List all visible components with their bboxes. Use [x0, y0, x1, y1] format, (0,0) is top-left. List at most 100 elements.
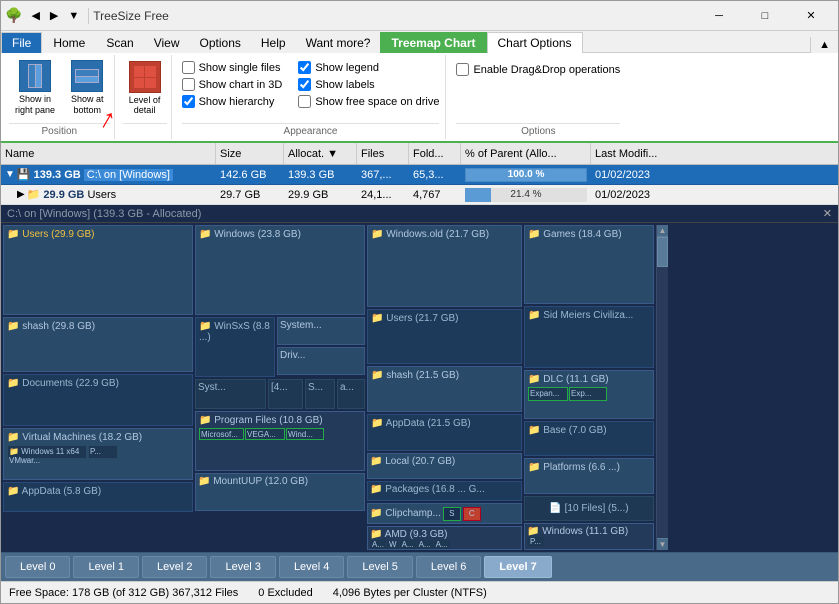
show-free-drive-check[interactable]: Show free space on drive — [298, 95, 439, 108]
treemap-cell-a[interactable]: a... — [337, 379, 365, 409]
table-row-drive[interactable]: ▼ 💾 139.3 GB C:\ on [Windows] 142.6 GB 1… — [1, 165, 838, 185]
tab-home[interactable]: Home — [42, 32, 96, 53]
treemap-cell-windows-sub[interactable]: 📁 Windows (11.1 GB) P... — [524, 523, 654, 550]
treemap-cell-platforms[interactable]: 📁 Platforms (6.6 ...) — [524, 458, 654, 494]
treemap-cell-s[interactable]: S... — [305, 379, 335, 409]
treemap-cell-shash[interactable]: 📁 shash (29.8 GB) — [3, 317, 193, 372]
cell-vms-sub: 📁 Windows 11 x64 VMwar... P... — [7, 445, 189, 459]
vm-sub2: P... — [88, 445, 118, 459]
show-right-pane-btn[interactable]: Show inright pane — [9, 56, 61, 120]
treemap-cell-users2[interactable]: 📁 Users (21.7 GB) — [367, 309, 522, 364]
show-chart-3d-input[interactable] — [182, 78, 195, 91]
show-at-bottom-label: Show atbottom — [71, 94, 104, 116]
treemap-cell-dlc[interactable]: 📁 DLC (11.1 GB) Expan... Exp... — [524, 370, 654, 419]
up-btn[interactable]: ▼ — [63, 8, 84, 24]
tab-help[interactable]: Help — [251, 33, 296, 53]
show-single-files-input[interactable] — [182, 61, 195, 74]
treemap-cell-winsxs[interactable]: 📁 WinSxS (8.8 ...) — [195, 317, 275, 377]
treemap-winsxs-row: 📁 WinSxS (8.8 ...) System... Driv... — [195, 317, 365, 377]
cell-games-label: 📁 Games (18.4 GB) — [528, 229, 650, 240]
th-folders[interactable]: Fold... — [409, 143, 461, 164]
show-legend-input[interactable] — [298, 61, 311, 74]
th-size[interactable]: Size — [216, 143, 284, 164]
treemap-cell-system-sub[interactable]: System... — [277, 317, 365, 345]
detail-group-spacer — [123, 123, 167, 139]
show-hierarchy-check[interactable]: Show hierarchy — [182, 95, 283, 108]
level-2-btn[interactable]: Level 2 — [142, 556, 207, 578]
scroll-down-btn[interactable]: ▼ — [657, 538, 668, 550]
treemap-path-title: C:\ on [Windows] (139.3 GB - Allocated) — [7, 208, 201, 220]
level-4-btn[interactable]: Level 4 — [279, 556, 344, 578]
pf-sub3: Wind... — [286, 428, 324, 440]
treemap-cell-appdata-small[interactable]: 📁 AppData (5.8 GB) — [3, 482, 193, 512]
users-expand-icon[interactable]: ▶ — [17, 189, 25, 200]
minimize-btn[interactable]: ─ — [696, 1, 742, 31]
level-of-detail-btn[interactable]: Level ofdetail — [123, 55, 167, 121]
drive-icon: 💾 — [17, 168, 31, 181]
treemap-cell-sid[interactable]: 📁 Sid Meiers Civiliza... — [524, 306, 654, 368]
treemap-scrollbar[interactable]: ▲ ▼ — [656, 225, 668, 550]
tab-options[interactable]: Options — [190, 33, 251, 53]
show-labels-input[interactable] — [298, 78, 311, 91]
show-labels-check[interactable]: Show labels — [298, 78, 439, 91]
tab-file[interactable]: File — [1, 32, 42, 53]
cell-local-label: 📁 Local (20.7 GB) — [370, 456, 519, 467]
show-single-files-check[interactable]: Show single files — [182, 61, 283, 74]
treemap-cell-base[interactable]: 📁 Base (7.0 GB) — [524, 421, 654, 457]
th-modified[interactable]: Last Modifi... — [591, 143, 681, 164]
tab-scan[interactable]: Scan — [96, 33, 143, 53]
maximize-btn[interactable]: □ — [742, 1, 788, 31]
enable-dragdrop-input[interactable] — [456, 63, 469, 76]
treemap-cell-packages[interactable]: 📁 Packages (16.8 ... G... — [367, 481, 522, 501]
level-1-btn[interactable]: Level 1 — [73, 556, 138, 578]
tab-chart-options[interactable]: Chart Options — [487, 32, 583, 53]
forward-btn[interactable]: ▶ — [45, 7, 63, 24]
treemap-cell-10files[interactable]: 📄 [10 Files] (5...) — [524, 496, 654, 521]
treemap-cell-appdata[interactable]: 📁 AppData (21.5 GB) — [367, 414, 522, 451]
treemap-cell-games[interactable]: 📁 Games (18.4 GB) — [524, 225, 654, 304]
drive-path-label: C:\ on [Windows] — [84, 169, 173, 181]
treemap-cell-amd[interactable]: 📁 AMD (9.3 GB) A... W A... A... A... — [367, 526, 522, 550]
treemap-cell-clipchamp[interactable]: 📁 Clipchamp... S C — [367, 503, 522, 523]
level-0-btn[interactable]: Level 0 — [5, 556, 70, 578]
treemap-main[interactable]: 📁 Users (29.9 GB) 📁 shash (29.8 GB) 📁 Do… — [1, 223, 838, 552]
th-pct[interactable]: % of Parent (Allo... — [461, 143, 591, 164]
tab-treemap-chart[interactable]: Treemap Chart — [380, 32, 486, 53]
show-legend-check[interactable]: Show legend — [298, 61, 439, 74]
enable-dragdrop-check[interactable]: Enable Drag&Drop operations — [456, 63, 620, 76]
treemap-cell-windows[interactable]: 📁 Windows (23.8 GB) — [195, 225, 365, 315]
th-files[interactable]: Files — [357, 143, 409, 164]
th-name[interactable]: Name — [1, 143, 216, 164]
level-5-btn[interactable]: Level 5 — [347, 556, 412, 578]
back-btn[interactable]: ◀ — [26, 7, 44, 24]
treemap-cell-shash2[interactable]: 📁 shash (21.5 GB) — [367, 366, 522, 412]
show-hierarchy-input[interactable] — [182, 95, 195, 108]
scroll-up-btn[interactable]: ▲ — [657, 225, 668, 237]
treemap-cell-syst[interactable]: Syst... — [195, 379, 266, 409]
level-7-btn[interactable]: Level 7 — [484, 556, 551, 578]
tab-want-more[interactable]: Want more? — [296, 33, 381, 53]
th-alloc[interactable]: Allocat. ▼ — [284, 143, 357, 164]
treemap-cell-users[interactable]: 📁 Users (29.9 GB) — [3, 225, 193, 315]
table-row-users[interactable]: ▶ 📁 29.9 GB Users 29.7 GB 29.9 GB 24,1..… — [1, 185, 838, 205]
treemap-cell-local[interactable]: 📁 Local (20.7 GB) — [367, 453, 522, 479]
treemap-cell-progfiles[interactable]: 📁 Program Files (10.8 GB) Microsof... VE… — [195, 411, 365, 471]
treemap-cell-4[interactable]: [4... — [268, 379, 303, 409]
expand-icon[interactable]: ▼ — [5, 169, 15, 180]
treemap-cell-documents[interactable]: 📁 Documents (22.9 GB) — [3, 374, 193, 426]
show-chart-3d-check[interactable]: Show chart in 3D — [182, 78, 283, 91]
show-free-drive-input[interactable] — [298, 95, 311, 108]
close-btn[interactable]: ✕ — [788, 1, 834, 31]
treemap-close-btn[interactable]: ✕ — [823, 207, 832, 220]
treemap-cell-vms[interactable]: 📁 Virtual Machines (18.2 GB) 📁 Windows 1… — [3, 428, 193, 480]
level-3-btn[interactable]: Level 3 — [210, 556, 275, 578]
treemap-cell-mountuup[interactable]: 📁 MountUUP (12.0 GB) — [195, 473, 365, 511]
ribbon-collapse-btn[interactable]: ▲ — [810, 37, 838, 53]
level-6-btn[interactable]: Level 6 — [416, 556, 481, 578]
treemap-cell-windowsold[interactable]: 📁 Windows.old (21.7 GB) — [367, 225, 522, 307]
show-at-bottom-btn[interactable]: Show atbottom — [65, 56, 110, 120]
cell-docs-label: 📁 Documents (22.9 GB) — [7, 378, 189, 389]
tab-view[interactable]: View — [144, 33, 190, 53]
scroll-thumb[interactable] — [657, 237, 668, 267]
treemap-cell-driv[interactable]: Driv... — [277, 347, 365, 375]
